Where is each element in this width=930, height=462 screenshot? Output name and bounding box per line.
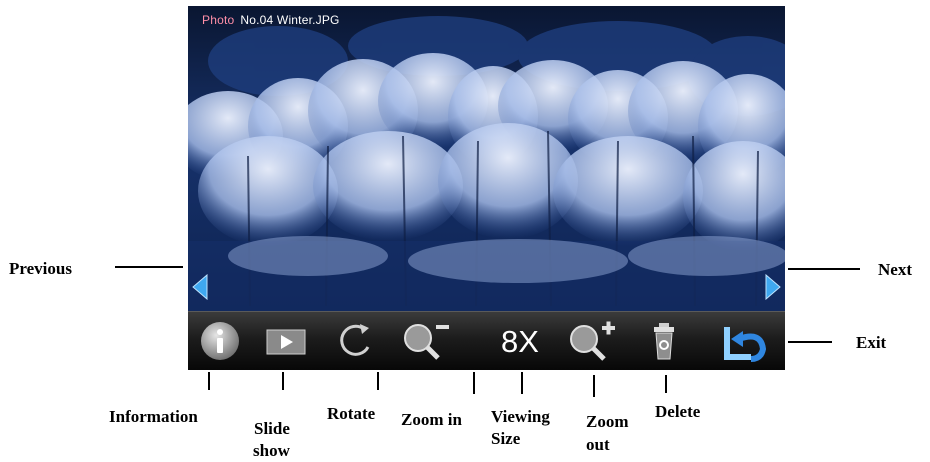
viewing-size-indicator[interactable]: 8X (490, 317, 550, 365)
caption-label: Photo (202, 13, 235, 27)
left-triangle-icon (192, 274, 208, 300)
zoom-out-callout-line (593, 375, 595, 397)
information-callout-line (208, 372, 210, 390)
previous-callout: Previous (9, 259, 72, 278)
right-triangle-icon (765, 274, 781, 300)
trash-icon (654, 323, 674, 360)
next-callout-line (788, 268, 860, 270)
delete-callout-line (665, 375, 667, 393)
rotate-icon (340, 324, 370, 356)
information-callout: Information (109, 407, 198, 426)
play-icon (266, 329, 306, 355)
viewing-size-callout-line1: Viewing (491, 407, 550, 426)
exit-callout: Exit (856, 333, 887, 352)
previous-callout-line (115, 266, 183, 268)
slide-show-callout-line2: show (253, 441, 290, 460)
photo-toolbar: 8X (188, 311, 785, 370)
previous-button[interactable] (192, 274, 208, 300)
zoom-out-callout-line2: out (586, 435, 610, 454)
zoom-in-callout-line (473, 372, 475, 394)
exit-callout-line (788, 341, 832, 343)
zoom-out-button[interactable] (562, 317, 622, 365)
caption-filename: No.04 Winter.JPG (240, 13, 340, 27)
info-icon (201, 322, 239, 360)
zoom-out-callout-line1: Zoom (586, 412, 629, 431)
viewing-size-callout-line2: Size (491, 429, 521, 448)
zoom-in-button[interactable] (396, 317, 456, 365)
slide-show-callout-line1: Slide (254, 419, 290, 438)
slide-show-callout-line (282, 372, 284, 390)
photo-caption: Photo No.04 Winter.JPG (202, 13, 340, 27)
zoom-plus-icon (570, 321, 615, 361)
next-button[interactable] (765, 274, 781, 300)
return-arrow-icon (724, 327, 767, 362)
viewing-size-value: 8X (501, 323, 539, 359)
rotate-callout: Rotate (327, 404, 376, 423)
exit-button[interactable] (716, 317, 776, 365)
photo-viewer-screen: Photo No.04 Winter.JPG 8X (188, 6, 785, 370)
delete-button[interactable] (634, 317, 694, 365)
rotate-callout-line (377, 372, 379, 390)
zoom-in-callout: Zoom in (401, 410, 462, 429)
rotate-button[interactable] (326, 317, 386, 365)
photo-image: Photo No.04 Winter.JPG (188, 6, 785, 311)
viewing-size-callout-line (521, 372, 523, 394)
delete-callout: Delete (655, 402, 701, 421)
next-callout: Next (878, 260, 912, 279)
slide-show-button[interactable] (256, 317, 316, 365)
information-button[interactable] (190, 317, 250, 365)
zoom-minus-icon (404, 324, 449, 360)
